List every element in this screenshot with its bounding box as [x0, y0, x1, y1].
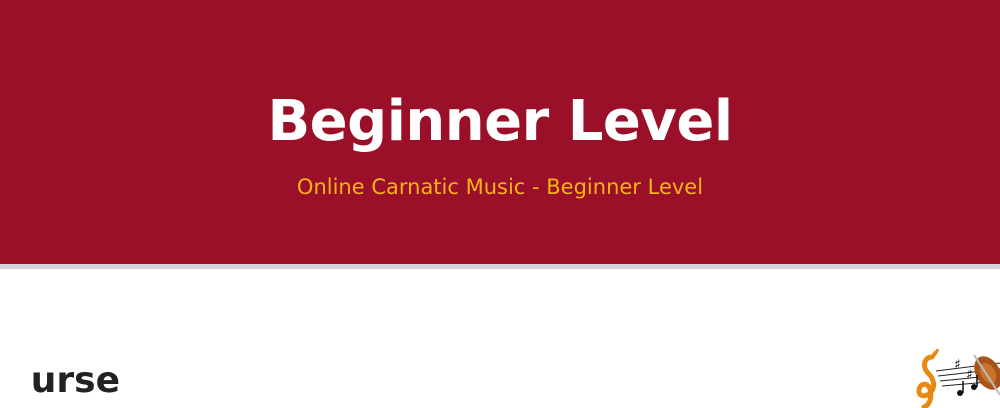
main-content: urse ♯ ♯ [0, 269, 1000, 408]
page-subtitle: Online Carnatic Music - Beginner Level [296, 175, 704, 199]
page-title: Beginner Level [267, 89, 733, 154]
music-notes-icon: ♯ ♯ [916, 349, 1000, 408]
section-heading: urse [30, 360, 120, 401]
svg-text:♯: ♯ [966, 367, 973, 383]
svg-text:♯: ♯ [954, 357, 961, 373]
page-banner: Beginner Level Online Carnatic Music - B… [0, 0, 1000, 264]
